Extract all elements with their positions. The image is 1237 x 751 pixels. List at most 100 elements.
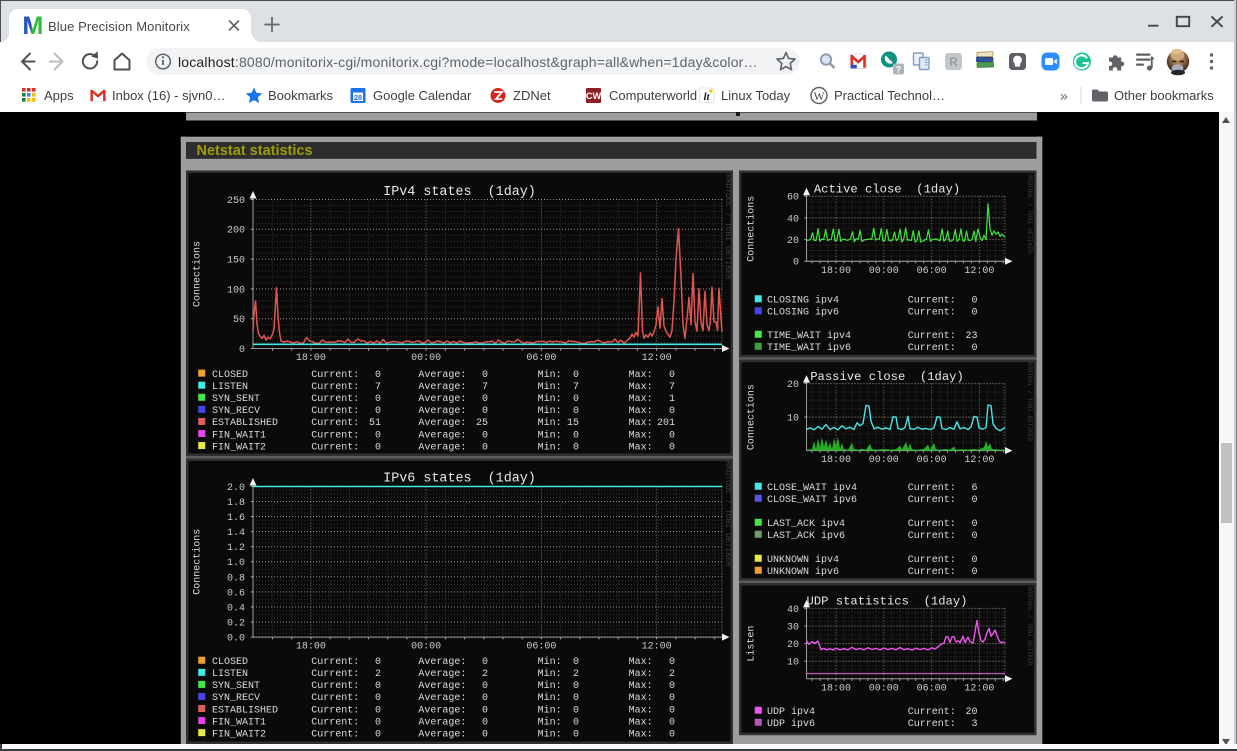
svg-text:Max:: Max: <box>629 442 653 453</box>
svg-text:1.6: 1.6 <box>227 513 245 524</box>
svg-text:Min:: Min: <box>538 656 562 668</box>
svg-text:0.2: 0.2 <box>227 618 245 629</box>
svg-text:12:00: 12:00 <box>964 455 994 466</box>
svg-text:Current:: Current: <box>311 370 359 381</box>
svg-text:RRDTOOL / TOBI OETIKER: RRDTOOL / TOBI OETIKER <box>1026 362 1033 442</box>
svg-text:0: 0 <box>669 705 675 716</box>
svg-text:Max:: Max: <box>629 729 653 740</box>
svg-text:0: 0 <box>669 681 675 692</box>
svg-text:20: 20 <box>787 640 799 651</box>
svg-text:40: 40 <box>787 214 799 225</box>
svg-text:Min:: Min: <box>538 441 562 453</box>
svg-text:0: 0 <box>669 717 675 728</box>
svg-text:0: 0 <box>669 693 675 704</box>
svg-text:Current:: Current: <box>311 442 359 453</box>
svg-text:0: 0 <box>971 531 977 542</box>
svg-text:201: 201 <box>657 418 675 429</box>
svg-text:0: 0 <box>482 705 488 716</box>
svg-text:15: 15 <box>567 418 579 429</box>
svg-text:1.4: 1.4 <box>227 528 245 539</box>
svg-text:20: 20 <box>787 236 799 247</box>
svg-text:Current:: Current: <box>908 343 956 354</box>
svg-text:SYN_RECV: SYN_RECV <box>212 693 260 704</box>
svg-text:LISTEN: LISTEN <box>212 382 248 393</box>
svg-text:250: 250 <box>227 196 245 207</box>
svg-text:0: 0 <box>227 345 245 356</box>
svg-text:Average:: Average: <box>418 705 466 716</box>
svg-text:Min:: Min: <box>538 692 562 704</box>
svg-text:0: 0 <box>573 693 579 704</box>
svg-text:2.0: 2.0 <box>227 483 245 494</box>
svg-text:Current:: Current: <box>311 669 359 680</box>
svg-text:12:00: 12:00 <box>642 353 672 364</box>
svg-text:0: 0 <box>482 729 488 740</box>
svg-text:Max:: Max: <box>629 370 653 381</box>
svg-text:Current:: Current: <box>311 394 359 405</box>
svg-text:40: 40 <box>787 605 799 616</box>
svg-text:Current:: Current: <box>908 567 956 578</box>
svg-text:0: 0 <box>482 406 488 417</box>
svg-text:Max:: Max: <box>629 406 653 417</box>
svg-text:0: 0 <box>482 394 488 405</box>
svg-text:0.0: 0.0 <box>227 634 245 645</box>
svg-text:Netstat statistics: Netstat statistics <box>197 143 313 159</box>
svg-text:Average:: Average: <box>418 442 466 453</box>
svg-text:06:00: 06:00 <box>526 642 556 653</box>
svg-text:Current:: Current: <box>908 531 956 542</box>
svg-text:Max:: Max: <box>629 657 653 668</box>
svg-text:SYN_SENT: SYN_SENT <box>212 394 260 405</box>
svg-text:0.6: 0.6 <box>227 588 245 599</box>
svg-text:00:00: 00:00 <box>411 353 441 364</box>
svg-text:0: 0 <box>573 681 579 692</box>
svg-text:FIN_WAIT1: FIN_WAIT1 <box>212 717 266 728</box>
svg-text:06:00: 06:00 <box>917 266 947 277</box>
svg-text:IPv6 states (1day): IPv6 states (1day) <box>383 472 536 487</box>
svg-text:Average:: Average: <box>418 717 466 728</box>
svg-text:Active close (1day): Active close (1day) <box>814 183 960 197</box>
svg-text:Average:: Average: <box>418 382 466 393</box>
svg-text:0: 0 <box>669 729 675 740</box>
svg-text:UDP ipv6: UDP ipv6 <box>767 718 815 730</box>
svg-text:FIN_WAIT2: FIN_WAIT2 <box>212 442 266 453</box>
svg-text:30: 30 <box>787 622 799 633</box>
svg-text:Listen: Listen <box>746 626 758 662</box>
svg-text:00:00: 00:00 <box>869 266 899 277</box>
svg-text:Max:: Max: <box>629 394 653 405</box>
svg-text:0: 0 <box>482 717 488 728</box>
svg-text:Min:: Min: <box>538 716 562 728</box>
svg-text:UDP ipv4: UDP ipv4 <box>767 706 815 718</box>
svg-text:Average:: Average: <box>418 394 466 405</box>
svg-text:0: 0 <box>375 705 381 716</box>
svg-text:Current:: Current: <box>908 707 956 718</box>
svg-text:Current:: Current: <box>908 555 956 566</box>
svg-text:Average:: Average: <box>418 430 466 441</box>
svg-text:CLOSING ipv6: CLOSING ipv6 <box>767 307 839 319</box>
svg-text:FIN_WAIT1: FIN_WAIT1 <box>212 430 266 441</box>
svg-text:Current:: Current: <box>908 308 956 319</box>
svg-text:0: 0 <box>573 442 579 453</box>
svg-text:Average:: Average: <box>418 693 466 704</box>
svg-text:Min:: Min: <box>538 704 562 716</box>
svg-text:Current:: Current: <box>908 519 956 530</box>
svg-text:0: 0 <box>573 394 579 405</box>
svg-text:TIME_WAIT ipv6: TIME_WAIT ipv6 <box>767 342 851 354</box>
svg-text:»: » <box>1060 88 1068 104</box>
svg-text:1.0: 1.0 <box>227 558 245 569</box>
svg-text:0: 0 <box>482 370 488 381</box>
svg-text:Current:: Current: <box>908 495 956 506</box>
svg-text:CLOSED: CLOSED <box>212 370 248 381</box>
svg-text:Connections: Connections <box>192 241 204 307</box>
svg-text:18:00: 18:00 <box>821 455 851 466</box>
svg-text:0: 0 <box>573 370 579 381</box>
svg-text:7: 7 <box>375 382 381 393</box>
svg-text:Current:: Current: <box>311 406 359 417</box>
svg-text:Average:: Average: <box>418 657 466 668</box>
svg-text:18:00: 18:00 <box>821 683 851 694</box>
svg-text:UNKNOWN ipv4: UNKNOWN ipv4 <box>767 554 839 566</box>
svg-text:0: 0 <box>482 657 488 668</box>
svg-text:Passive close (1day): Passive close (1day) <box>810 370 964 384</box>
svg-text:51: 51 <box>369 418 381 429</box>
svg-text:Min:: Min: <box>538 369 562 381</box>
svg-text:3: 3 <box>971 719 977 730</box>
svg-text:100: 100 <box>227 285 245 296</box>
